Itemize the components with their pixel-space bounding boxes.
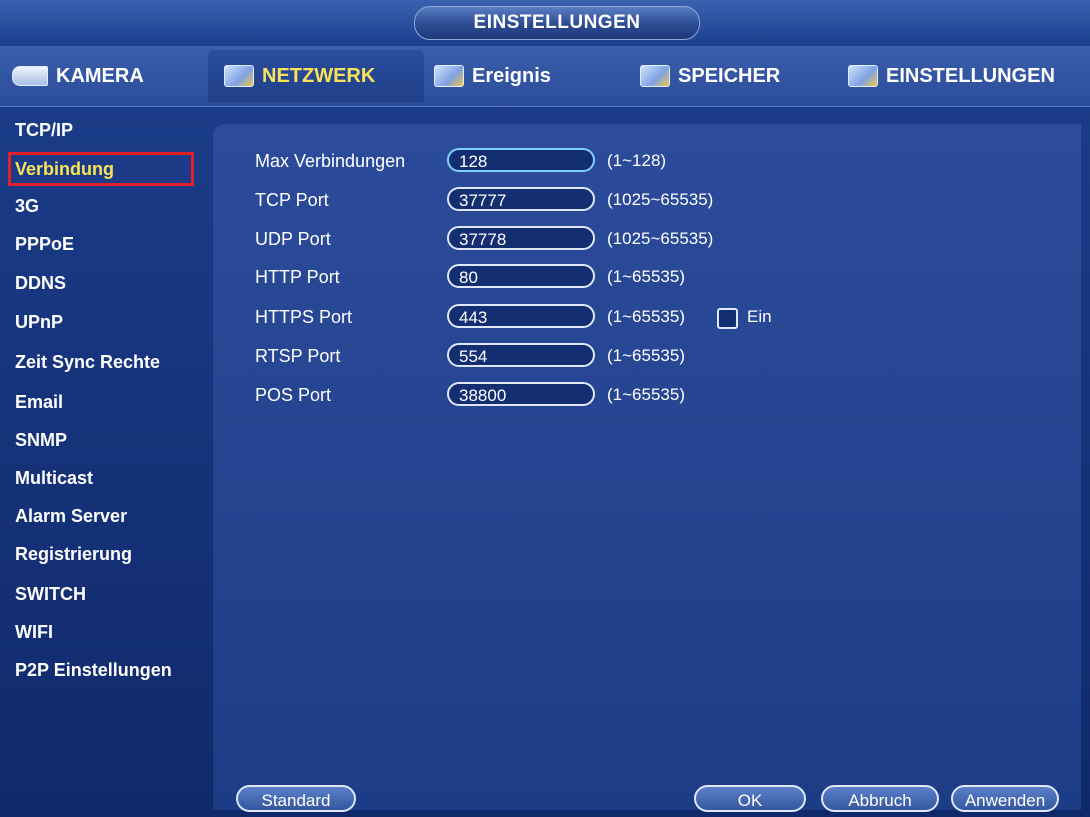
sidebar-item-upnp[interactable]: UPnP — [11, 306, 67, 338]
field-range: (1~65535) — [607, 267, 685, 286]
event-icon — [434, 65, 464, 87]
udp-port-input[interactable]: 37778 — [447, 226, 595, 250]
tab-label: Ereignis — [472, 64, 551, 87]
field-label: HTTPS Port — [255, 307, 353, 327]
settings-screen: EINSTELLUNGEN KAMERA NETZWERK Ereignis S… — [0, 0, 1090, 817]
sidebar-item-email[interactable]: Email — [11, 386, 67, 418]
apply-button[interactable]: Anwenden — [951, 785, 1059, 812]
camera-icon — [12, 66, 48, 86]
max-verbindungen-input[interactable]: 128 — [447, 148, 595, 172]
sidebar-item-multicast[interactable]: Multicast — [11, 462, 97, 494]
sidebar-item-switch[interactable]: SWITCH — [11, 578, 90, 610]
form-row-udp-port: UDP Port 37778 (1025~65535) — [255, 223, 1075, 255]
field-label: HTTP Port — [255, 267, 340, 287]
form-row-rtsp-port: RTSP Port 554 (1~65535) — [255, 340, 1075, 372]
cancel-button[interactable]: Abbruch — [821, 785, 939, 812]
tab-speicher[interactable]: SPEICHER — [640, 50, 820, 102]
field-label: POS Port — [255, 385, 332, 405]
form-row-pos-port: POS Port 38800 (1~65535) — [255, 379, 1075, 411]
field-label: UDP Port — [255, 229, 331, 249]
window-title: EINSTELLUNGEN — [414, 6, 700, 40]
https-enable-checkbox[interactable] — [717, 308, 738, 329]
sidebar-item-ddns[interactable]: DDNS — [11, 267, 70, 299]
main-tabs: KAMERA NETZWERK Ereignis SPEICHER EINSTE… — [0, 46, 1090, 107]
sidebar-item-verbindung[interactable]: Verbindung — [8, 152, 194, 186]
field-range: (1~65535) — [607, 385, 685, 404]
tab-label: SPEICHER — [678, 64, 781, 87]
pos-port-input[interactable]: 38800 — [447, 382, 595, 406]
sidebar-item-tcpip[interactable]: TCP/IP — [11, 114, 77, 146]
sidebar: TCP/IP Verbindung 3G PPPoE DDNS UPnP Zei… — [0, 108, 205, 817]
storage-icon — [640, 65, 670, 87]
tab-netzwerk[interactable]: NETZWERK — [208, 50, 424, 102]
ok-button[interactable]: OK — [694, 785, 806, 812]
sidebar-item-registrierung[interactable]: Registrierung — [11, 538, 136, 570]
sidebar-item-zeit-sync-rechte[interactable]: Zeit Sync Rechte — [11, 346, 164, 378]
content-panel: Max Verbindungen 128 (1~128) TCP Port 37… — [213, 124, 1081, 810]
field-label: RTSP Port — [255, 346, 341, 366]
sidebar-item-3g[interactable]: 3G — [11, 190, 43, 222]
field-label: Max Verbindungen — [255, 151, 406, 171]
sidebar-item-pppoe[interactable]: PPPoE — [11, 228, 78, 260]
field-range: (1025~65535) — [607, 229, 714, 248]
tab-label: NETZWERK — [262, 64, 376, 87]
sidebar-item-snmp[interactable]: SNMP — [11, 424, 71, 456]
field-range: (1~128) — [607, 151, 667, 170]
title-bar: EINSTELLUNGEN — [0, 0, 1090, 46]
form-row-https-port: HTTPS Port 443 (1~65535) Ein — [255, 301, 1075, 333]
https-enable-label: Ein — [747, 307, 772, 326]
sidebar-item-alarm-server[interactable]: Alarm Server — [11, 500, 131, 532]
form-row-max-verbindungen: Max Verbindungen 128 (1~128) — [255, 145, 1075, 177]
tab-label: EINSTELLUNGEN — [886, 64, 1055, 87]
tab-einstellungen[interactable]: EINSTELLUNGEN — [848, 50, 1068, 102]
sidebar-item-wifi[interactable]: WIFI — [11, 616, 57, 648]
field-range: (1~65535) — [607, 307, 685, 326]
tab-kamera[interactable]: KAMERA — [6, 50, 202, 102]
https-port-input[interactable]: 443 — [447, 304, 595, 328]
field-range: (1~65535) — [607, 346, 685, 365]
rtsp-port-input[interactable]: 554 — [447, 343, 595, 367]
standard-button[interactable]: Standard — [236, 785, 356, 812]
field-label: TCP Port — [255, 190, 329, 210]
field-range: (1025~65535) — [607, 190, 714, 209]
form-row-tcp-port: TCP Port 37777 (1025~65535) — [255, 184, 1075, 216]
sidebar-item-p2p-einstellungen[interactable]: P2P Einstellungen — [11, 654, 176, 686]
tab-ereignis[interactable]: Ereignis — [430, 50, 614, 102]
tcp-port-input[interactable]: 37777 — [447, 187, 595, 211]
form-row-http-port: HTTP Port 80 (1~65535) — [255, 261, 1075, 293]
settings-icon — [848, 65, 878, 87]
http-port-input[interactable]: 80 — [447, 264, 595, 288]
tab-label: KAMERA — [56, 64, 144, 87]
network-icon — [224, 65, 254, 87]
